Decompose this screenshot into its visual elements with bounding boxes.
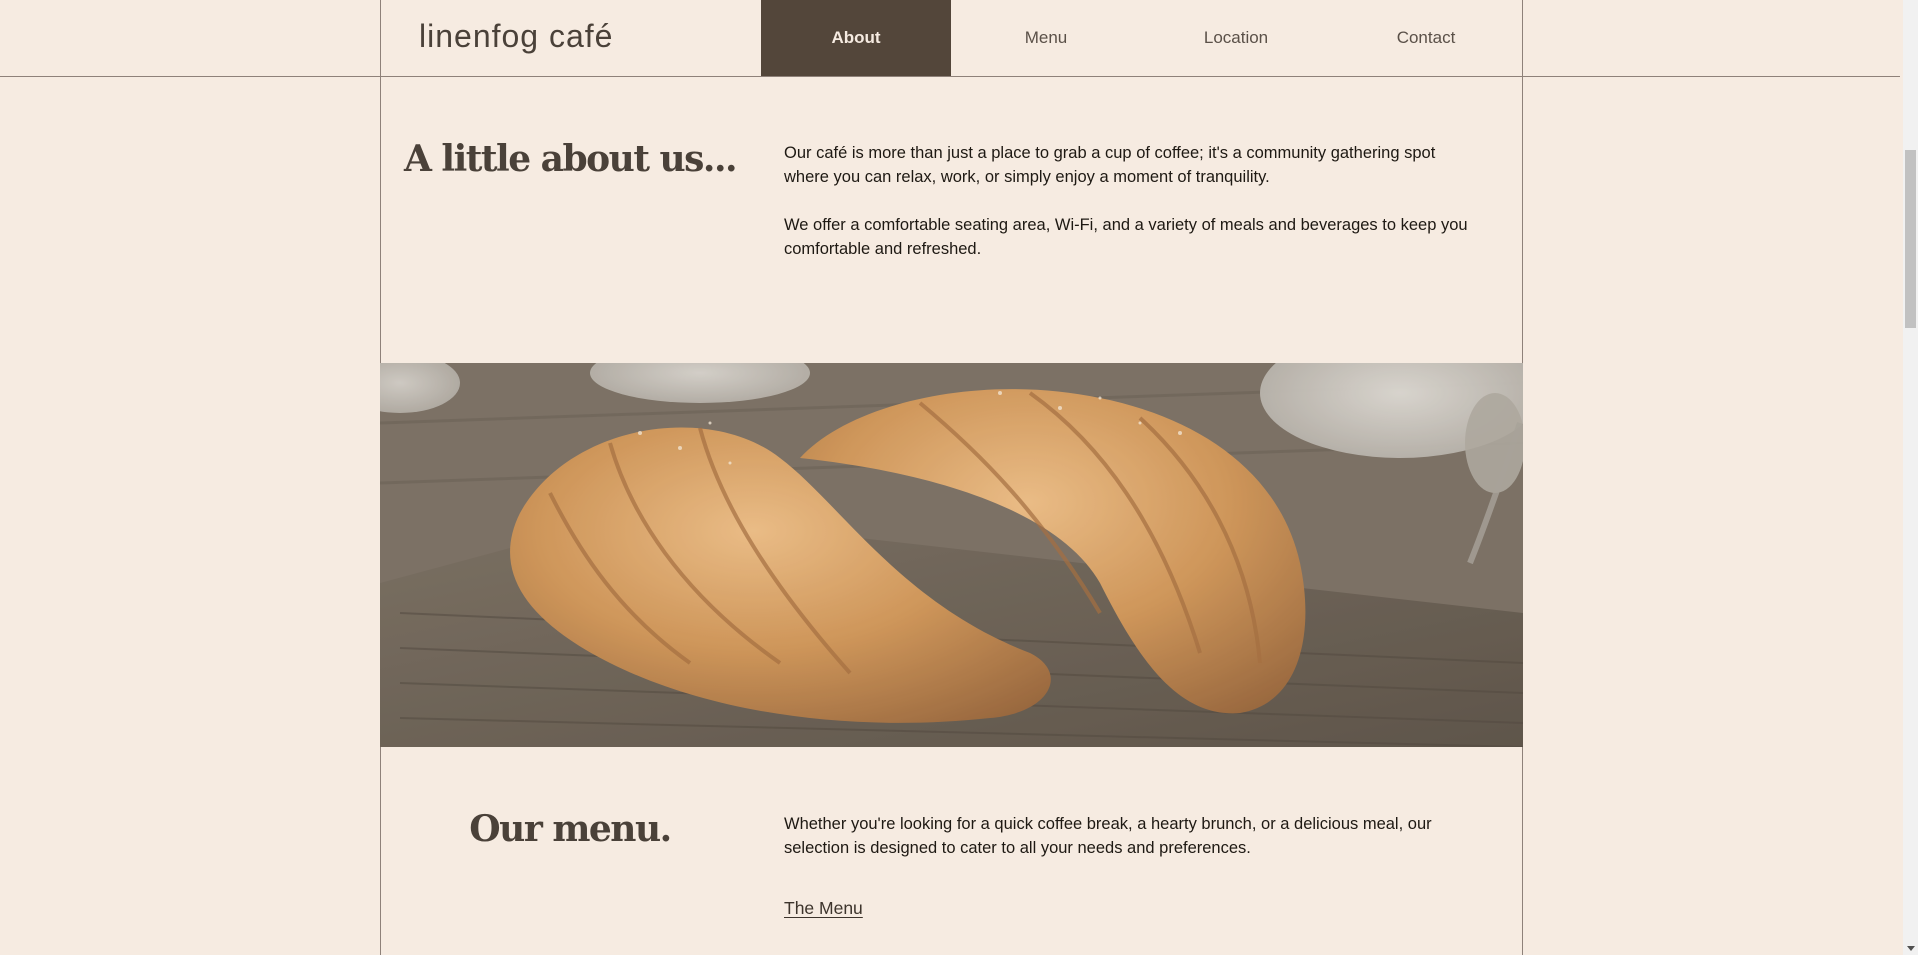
menu-paragraph: Whether you're looking for a quick coffe… <box>784 815 1432 857</box>
page: linenfog café About Menu Location Contac… <box>0 0 1918 955</box>
header-divider <box>0 76 1900 77</box>
menu-heading: Our menu. <box>469 808 672 850</box>
vertical-scrollbar[interactable] <box>1903 0 1918 955</box>
about-heading: A little about us... <box>403 138 738 180</box>
scroll-down-arrow-icon[interactable] <box>1907 946 1915 951</box>
croissant-hero-image <box>380 363 1523 747</box>
main-nav: About Menu Location Contact <box>761 0 1522 76</box>
the-menu-link[interactable]: The Menu <box>784 898 863 919</box>
scrollbar-thumb[interactable] <box>1905 150 1916 328</box>
nav-item-location[interactable]: Location <box>1141 0 1331 76</box>
croissant-illustration <box>380 363 1523 747</box>
brand-logo[interactable]: linenfog café <box>419 18 613 55</box>
nav-item-contact[interactable]: Contact <box>1331 0 1521 76</box>
nav-item-menu[interactable]: Menu <box>951 0 1141 76</box>
about-paragraph-1: Our café is more than just a place to gr… <box>784 144 1436 186</box>
nav-item-about[interactable]: About <box>761 0 951 76</box>
about-paragraph-2: We offer a comfortable seating area, Wi-… <box>784 216 1468 258</box>
